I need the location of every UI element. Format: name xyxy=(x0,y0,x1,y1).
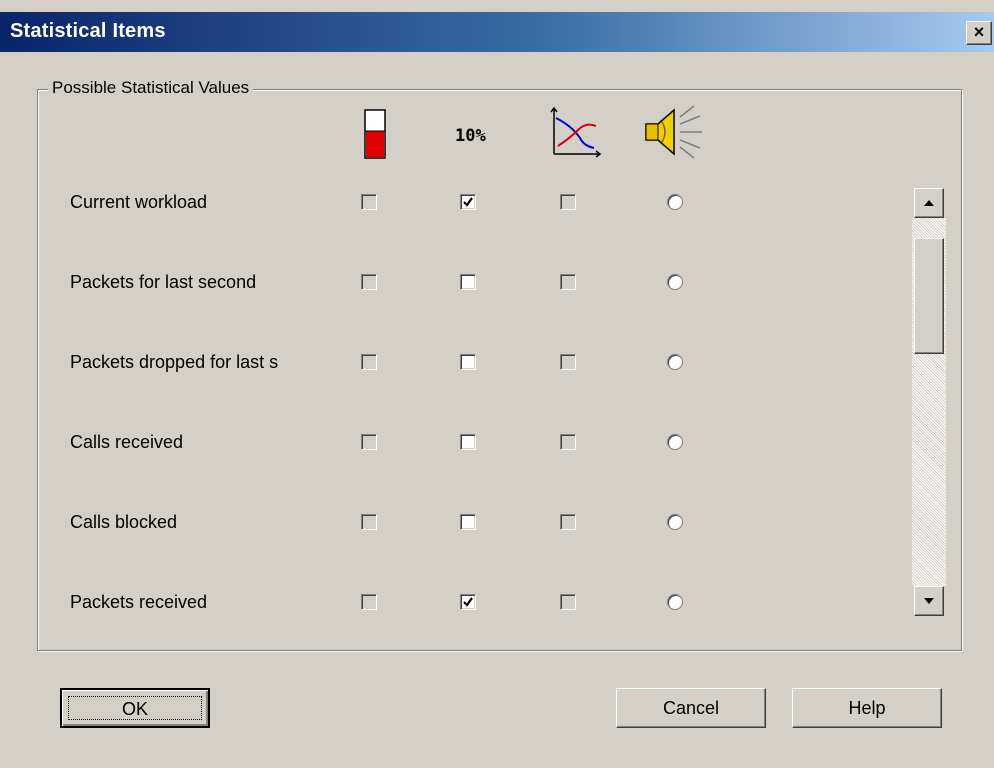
arrow-up-icon xyxy=(924,200,934,206)
window-title: Statistical Items xyxy=(10,20,166,42)
gauge-checkbox[interactable] xyxy=(361,274,377,290)
alarm-radio[interactable] xyxy=(667,274,683,290)
gauge-checkbox[interactable] xyxy=(361,514,377,530)
cancel-button[interactable]: Cancel xyxy=(616,688,766,728)
speaker-alarm-icon xyxy=(640,102,710,167)
graph-checkbox[interactable] xyxy=(560,514,576,530)
alarm-radio[interactable] xyxy=(667,354,683,370)
percent-checkbox[interactable] xyxy=(460,274,476,290)
cancel-button-label: Cancel xyxy=(662,698,720,718)
scrollbar-thumb[interactable] xyxy=(914,238,944,354)
close-button[interactable]: × xyxy=(966,21,992,45)
graph-checkbox[interactable] xyxy=(560,434,576,450)
title-bar: Statistical Items × xyxy=(0,12,994,52)
row-label: Packets for last second xyxy=(70,272,257,292)
arrow-down-icon xyxy=(924,598,934,604)
graph-chart-icon xyxy=(546,104,602,165)
graph-checkbox[interactable] xyxy=(560,194,576,210)
row-label: Calls blocked xyxy=(70,512,178,532)
row-label: Packets dropped for last s xyxy=(70,352,279,372)
help-button[interactable]: Help xyxy=(792,688,942,728)
percent-checkbox[interactable] xyxy=(460,594,476,610)
alarm-radio[interactable] xyxy=(667,194,683,210)
percent-checkbox[interactable] xyxy=(460,434,476,450)
scroll-down-button[interactable] xyxy=(914,586,944,616)
group-label: Possible Statistical Values xyxy=(48,78,254,98)
alarm-radio[interactable] xyxy=(667,594,683,610)
percent-checkbox[interactable] xyxy=(460,514,476,530)
gauge-checkbox[interactable] xyxy=(361,194,377,210)
ok-button[interactable]: OK xyxy=(60,688,210,728)
focus-indicator xyxy=(68,696,202,720)
row-label: Calls received xyxy=(70,432,184,452)
percent-checkbox[interactable] xyxy=(460,194,476,210)
gauge-checkbox[interactable] xyxy=(361,594,377,610)
row-label: Packets received xyxy=(70,592,208,612)
percent-checkbox[interactable] xyxy=(460,354,476,370)
percentage-icon: 10% xyxy=(455,126,486,146)
close-icon: × xyxy=(973,22,985,42)
thermometer-gauge-icon xyxy=(364,109,388,166)
alarm-radio[interactable] xyxy=(667,434,683,450)
help-button-label: Help xyxy=(848,698,886,718)
graph-checkbox[interactable] xyxy=(560,354,576,370)
vertical-scrollbar[interactable] xyxy=(912,186,946,618)
graph-checkbox[interactable] xyxy=(560,594,576,610)
graph-checkbox[interactable] xyxy=(560,274,576,290)
gauge-checkbox[interactable] xyxy=(361,434,377,450)
alarm-radio[interactable] xyxy=(667,514,683,530)
scroll-up-button[interactable] xyxy=(914,188,944,218)
gauge-checkbox[interactable] xyxy=(361,354,377,370)
row-label: Current workload xyxy=(70,192,208,212)
